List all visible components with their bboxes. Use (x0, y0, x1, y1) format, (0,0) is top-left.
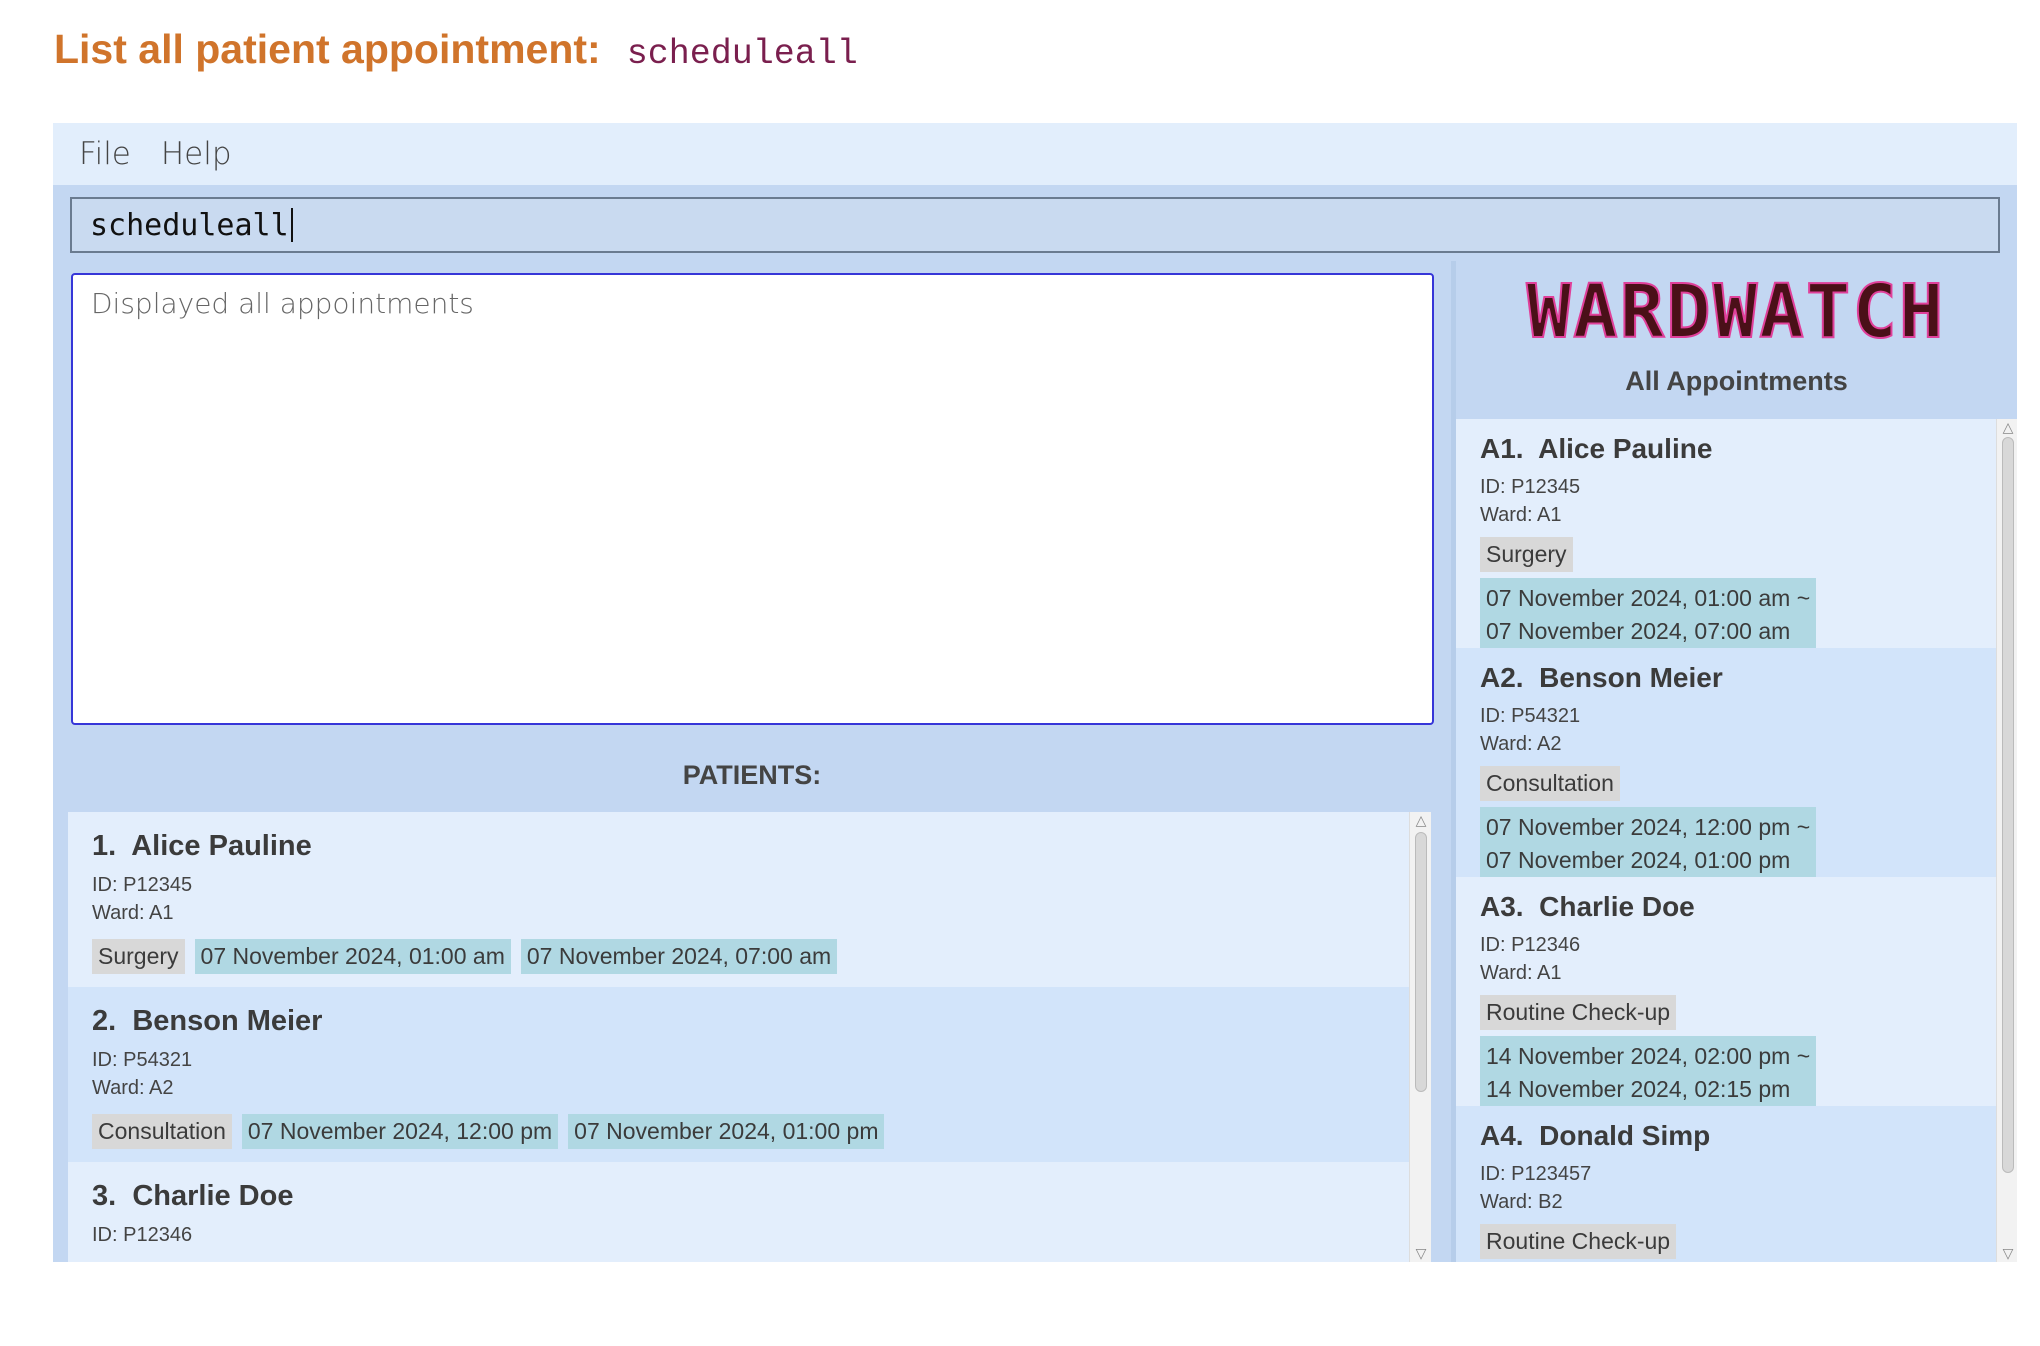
appointment-name-row: A1. Alice Pauline (1480, 433, 1972, 465)
appointment-patient-name: Charlie Doe (1539, 891, 1695, 922)
result-text: Displayed all appointments (91, 287, 474, 320)
scroll-down-icon[interactable]: ▽ (1997, 1245, 2017, 1262)
appointment-time-tag: 07 November 2024, 01:00 am ~ 07 November… (1480, 578, 1817, 652)
appointment-time-end: 07 November 2024, 07:00 am (1486, 618, 1791, 644)
patient-list-scrollbar[interactable]: △ ▽ (1409, 812, 1431, 1262)
patient-card[interactable]: 2. Benson Meier ID: P54321 Ward: A2 Cons… (68, 987, 1431, 1162)
scroll-up-icon[interactable]: △ (1997, 419, 2017, 436)
appointment-list[interactable]: A1. Alice Pauline ID: P12345 Ward: A1 Su… (1456, 419, 1996, 1262)
appointment-type-tag: Surgery (92, 939, 185, 974)
patient-ward: Ward: A2 (92, 1077, 174, 1099)
appointment-time-end: 14 November 2024, 02:15 pm (1486, 1076, 1791, 1102)
patient-name: Alice Pauline (131, 830, 312, 862)
appointment-patient-id: ID: P123457 (1480, 1163, 1592, 1185)
appointment-patient-id: ID: P12346 (1480, 934, 1581, 956)
appointment-index: A4. (1480, 1120, 1524, 1151)
appointment-name-row: A2. Benson Meier (1480, 662, 1972, 694)
appointment-card[interactable]: A3. Charlie Doe ID: P12346 Ward: A1 Rout… (1456, 877, 1996, 1110)
appointment-index: A3. (1480, 891, 1524, 922)
doc-heading-title: List all patient appointment: (54, 26, 601, 72)
appointment-ward: Ward: B2 (1480, 1191, 1563, 1213)
patient-id: ID: P12345 (92, 874, 193, 896)
appointments-header: All Appointments (1625, 366, 1848, 396)
patient-card[interactable]: 1. Alice Pauline ID: P12345 Ward: A1 Sur… (68, 812, 1431, 987)
patient-card[interactable]: 3. Charlie Doe ID: P12346 (68, 1162, 1431, 1262)
result-display[interactable]: Displayed all appointments (71, 273, 1434, 725)
wardwatch-logo: WARDWATCH (1526, 273, 1946, 353)
appointment-time-end: 07 November 2024, 01:00 pm (1486, 847, 1791, 873)
appointment-index: A1. (1480, 433, 1524, 464)
appointment-patient-name: Donald Simp (1539, 1120, 1711, 1151)
patients-header-label: PATIENTS: (682, 759, 822, 790)
appointment-type-tag: Routine Check-up (1480, 1224, 1677, 1259)
appointment-time-tag: 07 November 2024, 12:00 pm ~ 07 November… (1480, 807, 1817, 881)
appointment-patient-name: Benson Meier (1539, 662, 1723, 693)
patient-index: 2. (92, 1005, 117, 1037)
appointment-ward: Ward: A1 (1480, 962, 1562, 984)
patient-index: 1. (92, 830, 117, 862)
scroll-up-icon[interactable]: △ (1410, 812, 1431, 829)
patient-id: ID: P12346 (92, 1224, 193, 1246)
patients-header: PATIENTS: (53, 738, 1451, 812)
appointment-type-tag: Consultation (92, 1114, 232, 1149)
appointment-end-tag: 07 November 2024, 01:00 pm (568, 1114, 885, 1149)
scrollbar-thumb[interactable] (2002, 437, 2014, 1173)
patient-list[interactable]: 1. Alice Pauline ID: P12345 Ward: A1 Sur… (68, 812, 1431, 1262)
appointment-time-tag: 14 November 2024, 02:00 pm ~ 14 November… (1480, 1036, 1817, 1110)
appointment-time-start: 14 November 2024, 02:00 pm ~ (1486, 1043, 1811, 1069)
appointment-ward: Ward: A1 (1480, 504, 1562, 526)
appointment-time-start: 07 November 2024, 01:00 am ~ (1486, 585, 1811, 611)
patient-ward: Ward: A1 (92, 902, 174, 924)
svg-text:WARDWATCH: WARDWATCH (1527, 273, 1946, 353)
appointments-panel: WARDWATCH All Appointments A1. Alice Pau… (1456, 261, 2017, 1262)
command-input[interactable]: scheduleall (70, 197, 2000, 253)
appointment-name-row: A3. Charlie Doe (1480, 891, 1972, 923)
appointment-type-tag: Consultation (1480, 766, 1620, 801)
appointment-end-tag: 07 November 2024, 07:00 am (520, 939, 838, 974)
appointment-patient-name: Alice Pauline (1538, 433, 1713, 464)
appointment-start-tag: 07 November 2024, 01:00 am (194, 939, 511, 974)
appointment-type-tag: Routine Check-up (1480, 995, 1677, 1030)
appointment-card[interactable]: A4. Donald Simp ID: P123457 Ward: B2 Rou… (1456, 1106, 1996, 1262)
appointment-index: A2. (1480, 662, 1524, 693)
menubar: File Help (53, 123, 2017, 185)
appointment-name-row: A4. Donald Simp (1480, 1120, 1972, 1152)
appointment-time-start: 07 November 2024, 12:00 pm ~ (1486, 814, 1811, 840)
patient-name-row: 1. Alice Pauline (92, 830, 1407, 863)
appointment-start-tag: 07 November 2024, 12:00 pm (241, 1114, 559, 1149)
doc-heading: List all patient appointment: scheduleal… (54, 26, 858, 74)
appointment-patient-id: ID: P54321 (1480, 705, 1581, 727)
app-window: File Help scheduleall Displayed all appo… (53, 123, 2017, 1262)
patient-name: Benson Meier (132, 1005, 323, 1037)
patient-index: 3. (92, 1180, 117, 1212)
scroll-down-icon[interactable]: ▽ (1410, 1245, 1431, 1262)
appointment-card[interactable]: A2. Benson Meier ID: P54321 Ward: A2 Con… (1456, 648, 1996, 881)
appointment-ward: Ward: A2 (1480, 733, 1562, 755)
patient-tags: Consultation 07 November 2024, 12:00 pm … (92, 1114, 1407, 1149)
doc-heading-command: scheduleall (626, 34, 858, 74)
menu-help[interactable]: Help (161, 136, 232, 172)
appointment-card[interactable]: A1. Alice Pauline ID: P12345 Ward: A1 Su… (1456, 419, 1996, 652)
patient-name-row: 2. Benson Meier (92, 1005, 1407, 1038)
command-input-text: scheduleall (90, 207, 289, 243)
appointment-type-tag: Surgery (1480, 537, 1573, 572)
appointment-patient-id: ID: P12345 (1480, 476, 1581, 498)
text-caret (290, 208, 293, 242)
scrollbar-thumb[interactable] (1415, 832, 1427, 1092)
menu-file[interactable]: File (79, 136, 131, 172)
patient-name-row: 3. Charlie Doe (92, 1180, 1407, 1213)
appointment-list-scrollbar[interactable]: △ ▽ (1996, 419, 2017, 1262)
patient-tags: Surgery 07 November 2024, 01:00 am 07 No… (92, 939, 1407, 974)
patient-name: Charlie Doe (132, 1180, 294, 1212)
patient-id: ID: P54321 (92, 1049, 193, 1071)
